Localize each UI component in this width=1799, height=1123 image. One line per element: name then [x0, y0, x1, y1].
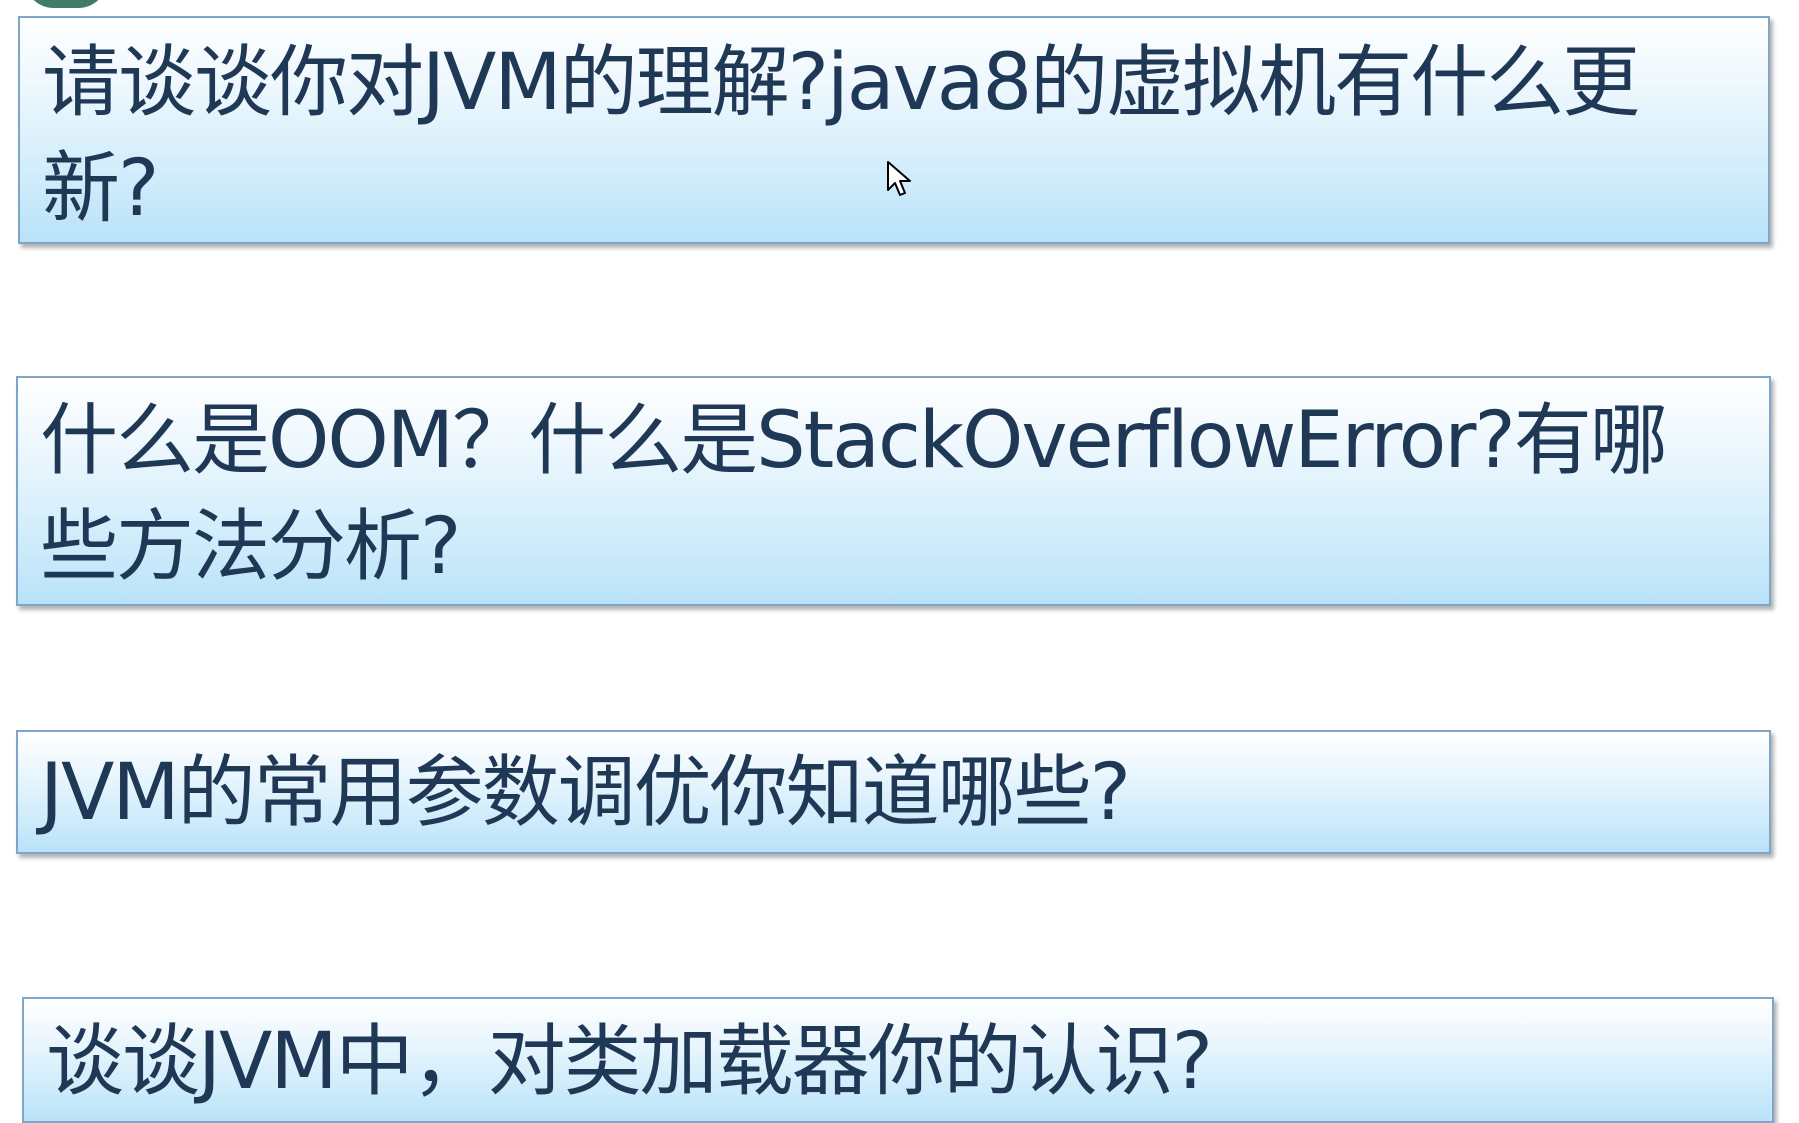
- question-box-2: 什么是OOM？什么是StackOverflowError?有哪些方法分析?: [16, 376, 1771, 606]
- question-box-1: 请谈谈你对JVM的理解?java8的虚拟机有什么更新?: [18, 16, 1770, 244]
- question-text-3: JVM的常用参数调优你知道哪些?: [40, 748, 1131, 838]
- question-box-3: JVM的常用参数调优你知道哪些?: [16, 730, 1771, 854]
- question-text-1: 请谈谈你对JVM的理解?java8的虚拟机有什么更新?: [42, 38, 1640, 234]
- question-text-2: 什么是OOM？什么是StackOverflowError?有哪些方法分析?: [40, 396, 1668, 592]
- question-text-4: 谈谈JVM中，对类加载器你的认识?: [46, 1017, 1213, 1107]
- slide-corner-decoration: [24, 0, 108, 8]
- question-box-4: 谈谈JVM中，对类加载器你的认识?: [22, 997, 1774, 1123]
- mouse-pointer-icon: [887, 161, 911, 196]
